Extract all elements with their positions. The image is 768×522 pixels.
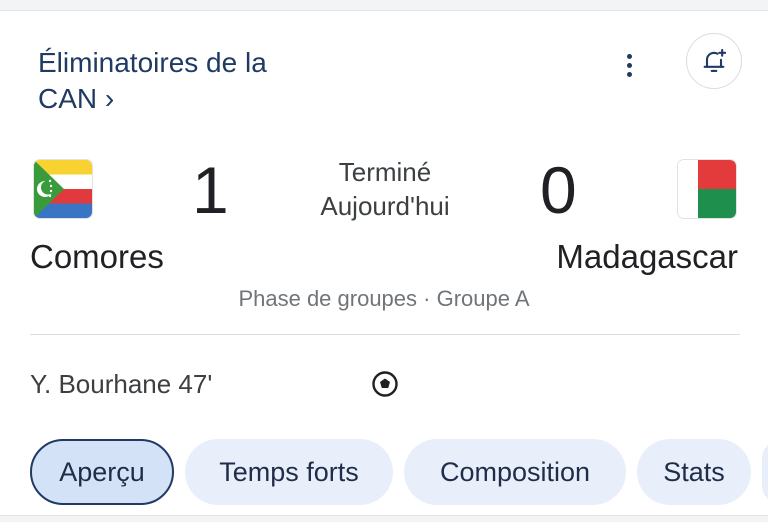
- tab-apercu[interactable]: Aperçu: [30, 439, 174, 505]
- soccer-ball-icon: [372, 371, 398, 397]
- away-score: 0: [540, 153, 577, 227]
- home-score: 1: [192, 153, 229, 227]
- home-team-name[interactable]: Comores: [30, 237, 164, 277]
- alert-button[interactable]: [686, 33, 742, 89]
- goal-scorer: Y. Bourhane 47': [30, 369, 213, 399]
- more-vert-icon[interactable]: [612, 48, 646, 82]
- comoros-flag: [34, 160, 92, 218]
- tab-temps-forts[interactable]: Temps forts: [185, 439, 393, 505]
- tab-stats[interactable]: Stats: [637, 439, 751, 505]
- match-date: Aujourd'hui: [320, 191, 450, 221]
- add-alert-bell-icon: [703, 48, 727, 72]
- match-status: Terminé Aujourd'hui: [312, 155, 458, 223]
- madagascar-flag: [678, 160, 736, 218]
- bottom-divider: [0, 515, 768, 522]
- top-divider: [0, 0, 768, 11]
- match-stage: Phase de groupes · Groupe A: [238, 286, 530, 311]
- tab-composition[interactable]: Composition: [404, 439, 626, 505]
- away-team-name[interactable]: Madagascar: [556, 237, 738, 277]
- tab-more-partial[interactable]: [762, 439, 768, 505]
- competition-title-link[interactable]: Éliminatoires de la CAN ›: [38, 45, 318, 117]
- status-text: Terminé: [338, 157, 432, 187]
- section-divider: [30, 334, 740, 335]
